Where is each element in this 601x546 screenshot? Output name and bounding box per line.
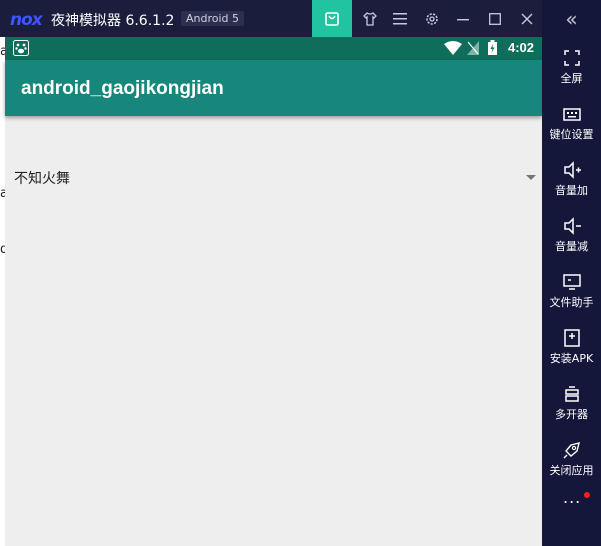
maximize-button[interactable] (477, 0, 513, 37)
collapse-sidebar-button[interactable]: « (542, 0, 601, 37)
sidebar-item-fullscreen[interactable]: 全屏 (542, 42, 601, 94)
emulator-window: nox 夜神模拟器 6.6.1.2 Android 5 a a d 4:02 a… (0, 0, 601, 546)
sidebar-item-close-app[interactable]: 关闭应用 (542, 434, 601, 486)
sidebar-item-install-apk[interactable]: 安装APK (542, 322, 601, 374)
keyboard-icon (563, 108, 581, 121)
window-title: 夜神模拟器 6.6.1.2 (51, 13, 175, 29)
sidebar-item-label: 全屏 (560, 72, 583, 85)
android-version-badge: Android 5 (181, 11, 245, 26)
dropdown-arrow-icon (526, 175, 536, 180)
sidebar-item-label: 音量减 (555, 240, 588, 253)
sidebar-item-volume-up[interactable]: 音量加 (542, 154, 601, 206)
status-bar: 4:02 (5, 37, 542, 60)
sidebar-item-multi-instance[interactable]: 多开器 (542, 378, 601, 430)
emulator-sidebar: « 全屏 键位设置 音量加 音量减 文件助手 安装APK 多开器 关闭应用 ..… (542, 0, 601, 546)
sidebar-item-label: 安装APK (549, 352, 594, 365)
baidu-paw-icon (13, 40, 29, 56)
spinner-selected-value: 不知火舞 (14, 171, 70, 187)
fullscreen-icon (564, 50, 580, 66)
sidebar-item-label: 键位设置 (549, 128, 594, 141)
maximize-icon (489, 12, 501, 25)
shopping-bag-icon (325, 11, 339, 26)
sidebar-item-keymap[interactable]: 键位设置 (542, 98, 601, 150)
more-dots-icon: ... (563, 488, 582, 507)
sidebar-item-label: 音量加 (555, 184, 588, 197)
menu-icon (393, 12, 407, 24)
hero-spinner[interactable]: 不知火舞 (5, 163, 542, 193)
minimize-button[interactable] (445, 0, 481, 37)
monitor-icon (563, 274, 581, 290)
sidebar-item-label: 关闭应用 (549, 464, 594, 477)
shirt-icon (363, 11, 377, 26)
wifi-icon (444, 41, 462, 55)
volume-down-icon (564, 217, 581, 235)
sidebar-item-label: 多开器 (555, 408, 588, 421)
app-bar: android_gaojikongjian (5, 60, 542, 116)
app-title: android_gaojikongjian (21, 78, 224, 99)
app-store-button[interactable] (312, 0, 352, 37)
title-bar: nox 夜神模拟器 6.6.1.2 Android 5 (0, 0, 601, 37)
sidebar-item-label: 文件助手 (549, 296, 594, 309)
gear-icon (426, 12, 438, 25)
close-button[interactable] (509, 0, 545, 37)
nox-logo: nox (10, 10, 43, 30)
volume-up-icon (564, 161, 581, 179)
more-button[interactable]: ... (542, 488, 601, 518)
rocket-icon (563, 442, 580, 459)
no-sim-icon (467, 41, 479, 55)
minimize-icon (457, 18, 469, 20)
multi-instance-icon (565, 386, 579, 402)
android-screen: 4:02 android_gaojikongjian 不知火舞 (5, 37, 542, 546)
apk-install-icon (564, 329, 580, 347)
status-clock: 4:02 (507, 40, 534, 55)
battery-icon (488, 40, 497, 55)
double-chevron-left-icon: « (565, 6, 578, 31)
notification-dot (584, 492, 590, 498)
sidebar-item-file-assistant[interactable]: 文件助手 (542, 266, 601, 318)
menu-button[interactable] (382, 0, 418, 37)
close-icon (521, 13, 533, 24)
sidebar-item-volume-down[interactable]: 音量减 (542, 210, 601, 262)
